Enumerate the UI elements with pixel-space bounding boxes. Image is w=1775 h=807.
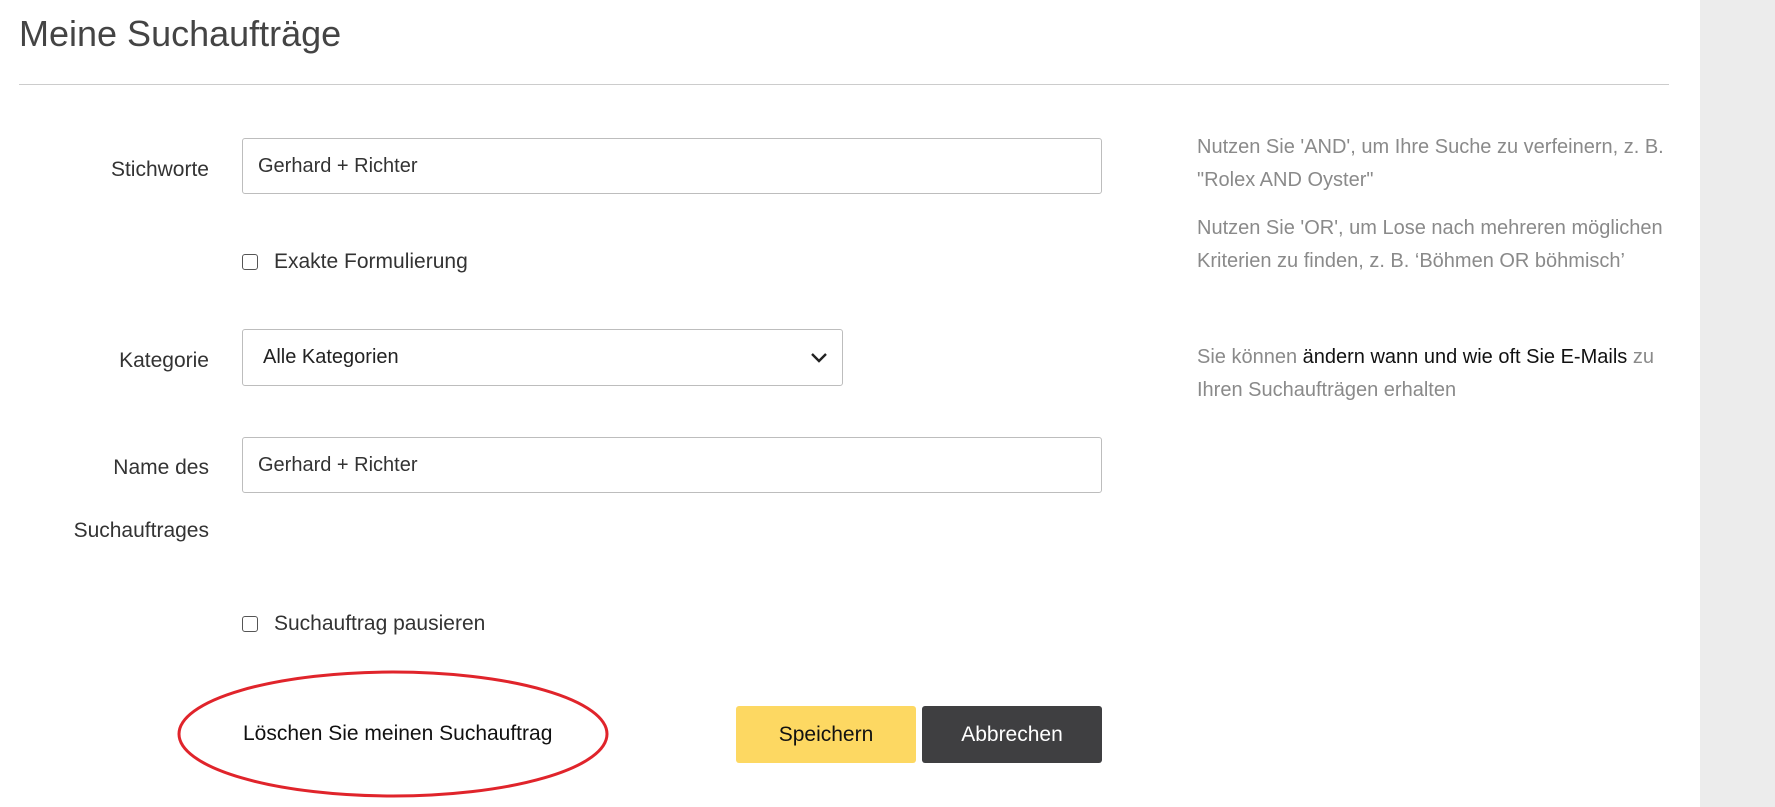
cancel-button[interactable]: Abbrechen bbox=[922, 706, 1102, 763]
exact-phrase-label: Exakte Formulierung bbox=[274, 250, 468, 273]
pause-search-label: Suchauftrag pausieren bbox=[274, 612, 486, 635]
save-button[interactable]: Speichern bbox=[736, 706, 916, 763]
pause-search-option[interactable]: Suchauftrag pausieren bbox=[242, 612, 485, 636]
category-label: Kategorie bbox=[119, 349, 209, 372]
title-divider bbox=[19, 84, 1669, 85]
help-and-tip: Nutzen Sie 'AND', um Ihre Suche zu verfe… bbox=[1197, 136, 1664, 191]
search-name-label-second: Suchauftrages bbox=[19, 518, 209, 544]
category-selected-value: Alle Kategorien bbox=[263, 346, 399, 368]
help-or-tip: Nutzen Sie 'OR', um Lose nach mehreren m… bbox=[1197, 217, 1663, 272]
search-name-input[interactable] bbox=[242, 437, 1102, 493]
help-email-prefix: Sie können bbox=[1197, 346, 1298, 368]
exact-phrase-checkbox[interactable] bbox=[242, 254, 258, 270]
page-title: Meine Suchaufträge bbox=[19, 13, 342, 54]
delete-search-link[interactable]: Löschen Sie meinen Suchauftrag bbox=[243, 722, 552, 746]
email-settings-link[interactable]: ändern wann und wie oft Sie E-Mails bbox=[1303, 346, 1628, 368]
keywords-input[interactable] bbox=[242, 138, 1102, 194]
right-sidebar-background bbox=[1700, 0, 1775, 807]
search-name-label-line2: Suchauftrages bbox=[73, 519, 209, 542]
category-select[interactable]: Alle Kategorien bbox=[242, 329, 843, 386]
exact-phrase-option[interactable]: Exakte Formulierung bbox=[242, 250, 468, 274]
help-email-settings: Sie können ändern wann und wie oft Sie E… bbox=[1197, 341, 1675, 407]
pause-search-checkbox[interactable] bbox=[242, 616, 258, 632]
search-name-label: Name des bbox=[19, 455, 209, 481]
keywords-label: Stichworte bbox=[110, 158, 209, 181]
search-name-label-line1: Name des bbox=[113, 456, 209, 479]
chevron-down-icon bbox=[811, 352, 827, 363]
